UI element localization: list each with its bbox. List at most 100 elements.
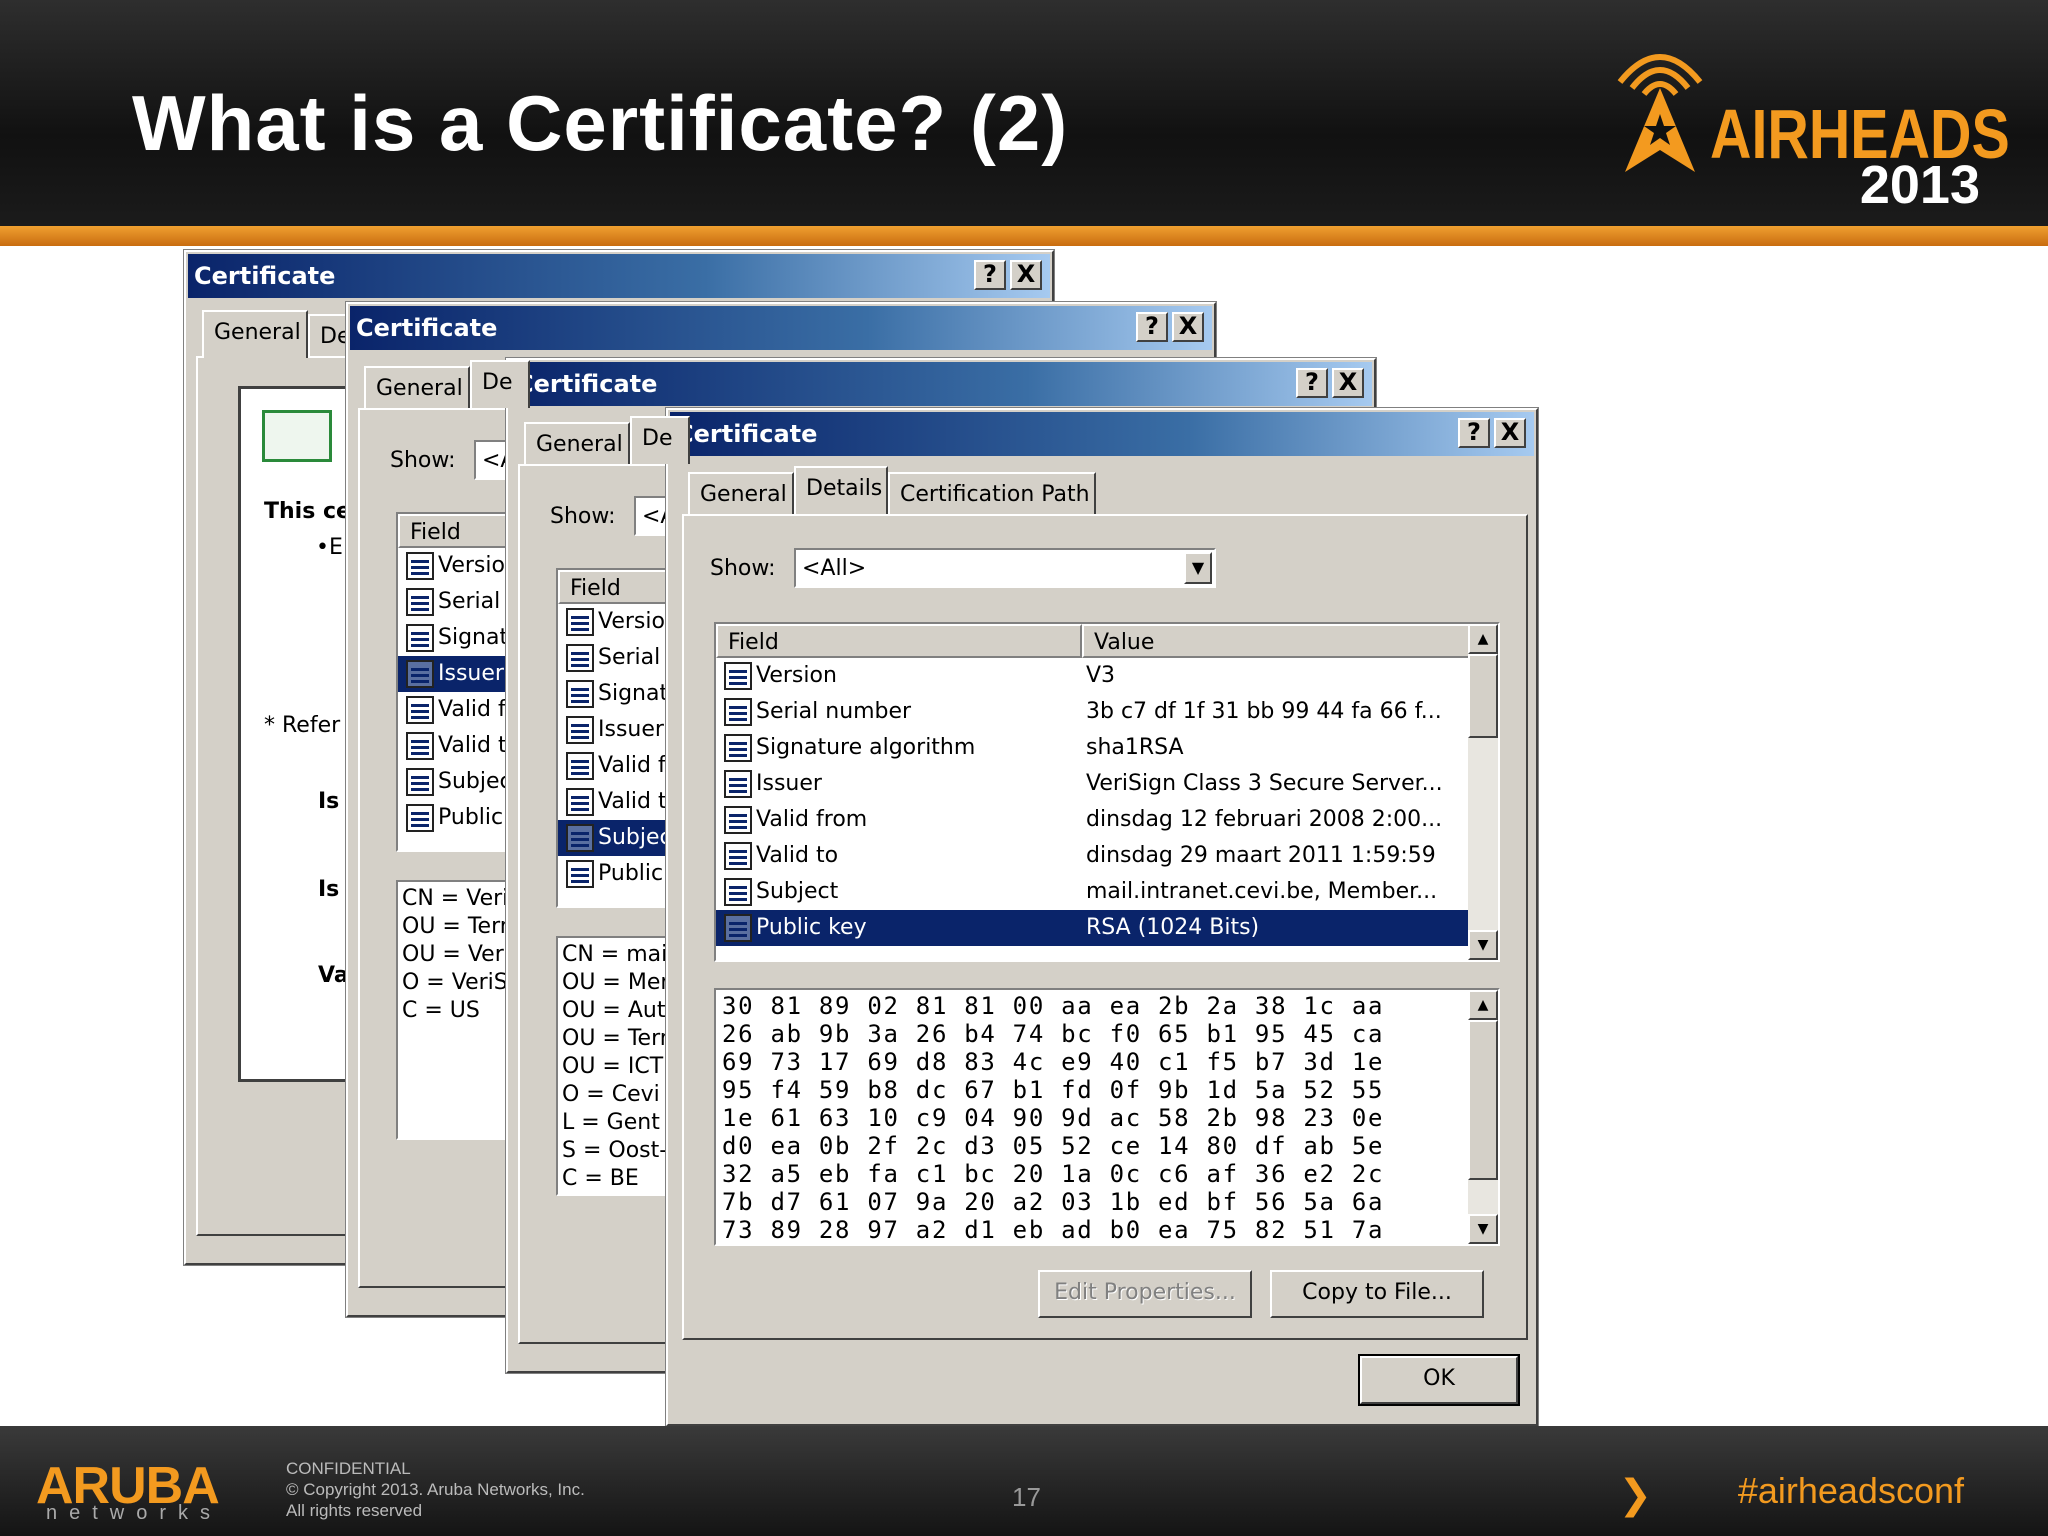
airheads-logo: AIRHEADS 2013 [1600, 22, 2010, 215]
close-button[interactable]: X [1494, 418, 1526, 448]
page-number: 17 [1012, 1482, 1041, 1512]
scroll-down-icon[interactable]: ▼ [1468, 1214, 1498, 1244]
hex-line: 32 a5 eb fa c1 bc 20 1a 0c c6 af 36 e2 2… [722, 1160, 1385, 1188]
field-name: Public [598, 861, 664, 886]
list-row[interactable]: Version V3 [716, 658, 1472, 694]
field-value: sha1RSA [1086, 735, 1184, 760]
help-button[interactable]: ? [974, 260, 1006, 290]
copy-to-file-button[interactable]: Copy to File... [1270, 1270, 1484, 1318]
field-icon [724, 842, 752, 870]
general-text-1: •E [316, 535, 343, 560]
field-icon [406, 660, 434, 688]
slide: What is a Certificate? (2) AIRHEADS 2013… [0, 0, 2048, 1536]
field-icon [406, 696, 434, 724]
field-icon [566, 716, 594, 744]
field-value: V3 [1086, 663, 1116, 688]
scroll-up-icon[interactable]: ▲ [1468, 990, 1498, 1020]
detail-line: OU = ICT [562, 1054, 664, 1079]
show-dropdown-value: <All> [802, 556, 867, 581]
tab-general[interactable]: General [524, 422, 630, 464]
field-value: RSA (1024 Bits) [1086, 915, 1260, 940]
scroll-up-icon[interactable]: ▲ [1468, 624, 1498, 654]
airheads-logo-year: 2013 [1859, 155, 1980, 215]
show-label: Show: [550, 504, 616, 529]
list-row[interactable]: Signature algorithm sha1RSA [716, 730, 1472, 766]
value-column-header[interactable]: Value [1082, 624, 1472, 658]
hex-line: 1e 61 63 10 c9 04 90 9d ac 58 2b 98 23 0… [722, 1104, 1385, 1132]
tab-general[interactable]: General [202, 310, 308, 358]
list-row[interactable]: Serial number 3b c7 df 1f 31 bb 99 44 fa … [716, 694, 1472, 730]
hex-value-box[interactable]: 30 81 89 02 81 81 00 aa ea 2b 2a 38 1c a… [714, 988, 1500, 1246]
field-name: Signat [438, 625, 509, 650]
field-icon [406, 732, 434, 760]
field-icon [566, 788, 594, 816]
scroll-down-icon[interactable]: ▼ [1468, 930, 1498, 960]
dialog-main-titlebar[interactable]: Certificate ? X [670, 412, 1534, 456]
dialog-2-titlebar[interactable]: Certificate ? X [350, 306, 1212, 350]
field-name: Serial [438, 589, 501, 614]
hex-scrollbar[interactable]: ▲ ▼ [1468, 990, 1498, 1244]
close-button[interactable]: X [1172, 312, 1204, 342]
ok-button[interactable]: OK [1358, 1354, 1520, 1406]
dropdown-arrow-icon[interactable]: ▼ [1184, 552, 1212, 584]
hex-line: 69 73 17 69 d8 83 4c e9 40 c1 f5 b7 3d 1… [722, 1048, 1385, 1076]
chevron-right-icon: ❯ [1618, 1472, 1652, 1518]
general-text-4: Is [318, 877, 340, 902]
field-name: Serial number [756, 699, 912, 724]
edit-properties-button[interactable]: Edit Properties... [1038, 1270, 1252, 1318]
show-label: Show: [390, 448, 456, 473]
list-row[interactable]: Public key RSA (1024 Bits) [716, 910, 1472, 946]
field-icon [406, 768, 434, 796]
hex-line: 95 f4 59 b8 dc 67 b1 fd 0f 9b 1d 5a 52 5… [722, 1076, 1385, 1104]
scroll-thumb[interactable] [1468, 654, 1498, 738]
tab-certification-path[interactable]: Certification Path [888, 472, 1096, 514]
field-name: Valid f [438, 697, 506, 722]
list-scrollbar[interactable]: ▲ ▼ [1468, 624, 1498, 960]
field-name: Valid fi [598, 753, 672, 778]
confidential-notice: CONFIDENTIAL © Copyright 2013. Aruba Net… [286, 1458, 585, 1521]
general-text-5: Va [318, 963, 349, 988]
dialog-1-titlebar[interactable]: Certificate ? X [188, 254, 1050, 298]
detail-line: S = Oost-V [562, 1138, 681, 1163]
tab-general[interactable]: General [688, 472, 794, 514]
close-button[interactable]: X [1010, 260, 1042, 290]
field-name: Subjec [598, 825, 672, 850]
detail-line: L = Gent [562, 1110, 660, 1135]
field-icon [566, 860, 594, 888]
field-icon [724, 734, 752, 762]
airheads-star-icon [1617, 54, 1703, 172]
field-column-header[interactable]: Field [716, 624, 1082, 658]
tab-details[interactable]: De [470, 360, 530, 408]
detail-line: C = BE [562, 1166, 639, 1191]
detail-line: OU = Term [562, 1026, 682, 1051]
list-row[interactable]: Subject mail.intranet.cevi.be, Member... [716, 874, 1472, 910]
scroll-thumb[interactable] [1468, 1020, 1498, 1180]
field-value: mail.intranet.cevi.be, Member... [1086, 879, 1438, 904]
tab-details[interactable]: Details [794, 466, 888, 514]
field-icon [406, 624, 434, 652]
copyright-text: © Copyright 2013. Aruba Networks, Inc. [286, 1480, 585, 1499]
field-name: Subjec [438, 769, 512, 794]
field-name: Subject [756, 879, 839, 904]
dialog-2-title: Certificate [356, 314, 498, 342]
close-button[interactable]: X [1332, 368, 1364, 398]
help-button[interactable]: ? [1458, 418, 1490, 448]
list-row[interactable]: Valid to dinsdag 29 maart 2011 1:59:59 [716, 838, 1472, 874]
field-name: Valid to [756, 843, 839, 868]
tab-details[interactable]: De [630, 416, 690, 464]
tab-general[interactable]: General [364, 366, 470, 408]
dialog-1-title: Certificate [194, 262, 336, 290]
help-button[interactable]: ? [1296, 368, 1328, 398]
field-name: Serial [598, 645, 661, 670]
certificate-icon [262, 410, 332, 462]
list-row[interactable]: Issuer VeriSign Class 3 Secure Server... [716, 766, 1472, 802]
field-name: Issuer [756, 771, 822, 796]
field-icon [406, 804, 434, 832]
dialog-3-titlebar[interactable]: Certificate ? X [510, 362, 1372, 406]
field-value-list[interactable]: Field Value Version V3 Serial number 3b c7 … [714, 622, 1500, 962]
list-row[interactable]: Valid from dinsdag 12 februari 2008 2:00.… [716, 802, 1472, 838]
hex-line: d0 ea 0b 2f 2c d3 05 52 ce 14 80 df ab 5… [722, 1132, 1385, 1160]
certificate-dialog-main[interactable]: Certificate ? X General Details Certific… [665, 407, 1539, 1427]
help-button[interactable]: ? [1136, 312, 1168, 342]
show-dropdown[interactable]: <All> ▼ [794, 548, 1216, 588]
